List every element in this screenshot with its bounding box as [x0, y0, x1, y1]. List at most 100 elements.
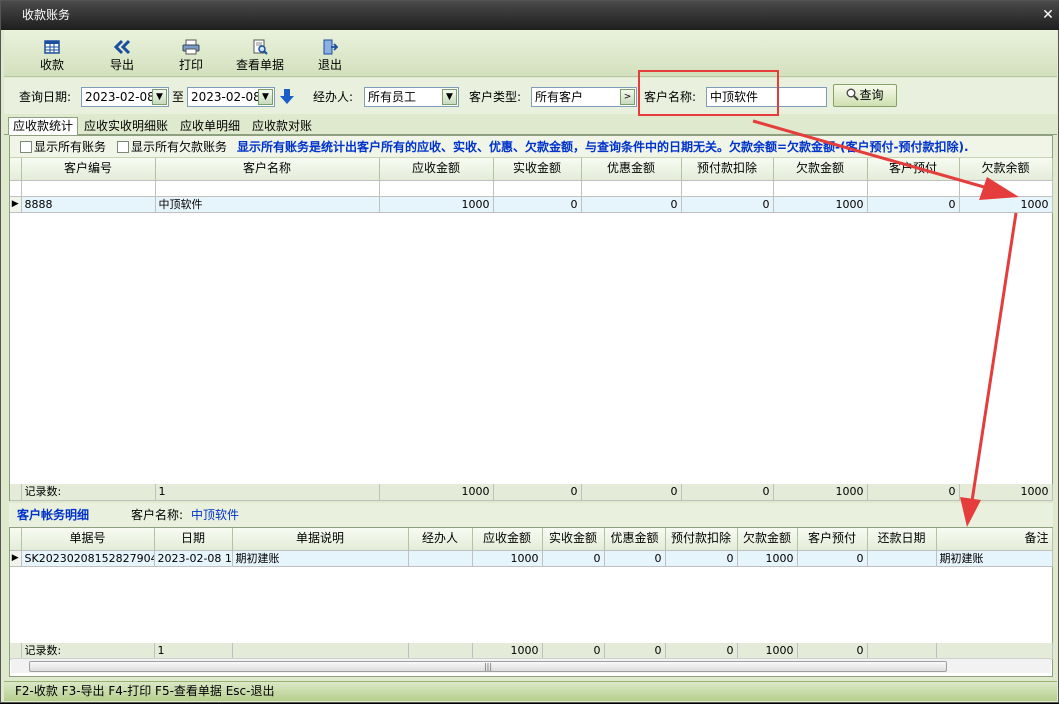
header-cell[interactable]: 欠款金额 [737, 528, 798, 551]
window-title: 收款账务 [22, 8, 71, 22]
scrollbar-thumb[interactable]: ||| [29, 661, 947, 672]
handler-select[interactable]: 所有员工 ▼ [364, 87, 459, 107]
filter-row[interactable] [10, 180, 1053, 197]
cell: 0 [665, 550, 738, 567]
close-icon[interactable]: ✕ [1041, 8, 1055, 22]
summary-grid: 客户编号 客户名称 应收金额 实收金额 优惠金额 预付款扣除 欠款金额 客户预付… [10, 158, 1053, 213]
view-doc-button[interactable]: 查看单据 [232, 30, 288, 76]
cell: SK20230208152827904 [21, 550, 155, 567]
detail-grid: 单据号 日期 单据说明 经办人 应收金额 实收金额 优惠金额 预付款扣除 欠款金… [10, 528, 1053, 567]
header-cell[interactable]: 客户预付 [867, 158, 960, 181]
view-doc-label: 查看单据 [235, 58, 284, 72]
query-button[interactable]: 查询 [833, 84, 897, 107]
header-cell[interactable]: 优惠金额 [604, 528, 666, 551]
type-select[interactable]: 所有客户 > [531, 87, 637, 107]
footer-total: 1000 [773, 484, 868, 501]
chevron-down-icon[interactable]: ▼ [152, 89, 167, 105]
toolbar: 收款 导出 打印 查看单据 退出 [4, 30, 1057, 77]
header-indicator [10, 528, 22, 551]
header-cell[interactable]: 预付款扣除 [681, 158, 774, 181]
detail-title: 客户帐务明细 [17, 508, 90, 522]
cell: 0 [681, 196, 774, 213]
filter-bar: 查询日期: 2023-02-08 ▼ 至 2023-02-08 ▼ 经办人: 所… [4, 78, 1057, 114]
header-cell[interactable]: 应收金额 [379, 158, 494, 181]
date-from-value: 2023-02-08 [85, 90, 155, 104]
collect-label: 收款 [39, 58, 64, 72]
date-from-picker[interactable]: 2023-02-08 ▼ [81, 87, 169, 107]
header-cell[interactable]: 实收金额 [493, 158, 582, 181]
exit-door-icon [323, 39, 338, 55]
printer-icon [182, 39, 200, 55]
document-search-icon [253, 39, 268, 55]
chevron-down-icon[interactable]: ▼ [442, 89, 457, 105]
header-cell[interactable]: 单据号 [21, 528, 155, 551]
cell: 8888 [21, 196, 156, 213]
cell: 0 [542, 550, 605, 567]
horizontal-scrollbar[interactable]: ||| [11, 658, 1051, 673]
row-pointer-icon: ▶ [10, 550, 22, 567]
handler-value: 所有员工 [368, 90, 417, 104]
cell: 1000 [379, 196, 494, 213]
record-count-label: 记录数: [21, 484, 156, 501]
footer-total: 1000 [379, 484, 494, 501]
print-button[interactable]: 打印 [171, 30, 211, 76]
footer-total: 0 [604, 643, 666, 660]
header-cell[interactable]: 单据说明 [232, 528, 409, 551]
header-cell[interactable]: 实收金额 [542, 528, 605, 551]
export-button[interactable]: 导出 [102, 30, 142, 76]
tab-receipt-detail[interactable]: 应收实收明细账 [80, 118, 172, 135]
show-all-checkbox[interactable] [20, 141, 32, 153]
cell: 0 [797, 550, 868, 567]
footer-total: 0 [493, 484, 582, 501]
tab-receivable-doc-detail[interactable]: 应收单明细 [176, 118, 244, 135]
header-cell[interactable]: 客户编号 [21, 158, 156, 181]
footer-total: 0 [665, 643, 738, 660]
record-count-label: 记录数: [21, 643, 155, 660]
tab-receivable-stats[interactable]: 应收款统计 [8, 117, 79, 135]
table-row[interactable]: ▶ 8888 中顶软件 1000 0 0 0 1000 0 1000 [10, 196, 1053, 213]
chevron-right-icon[interactable]: > [620, 89, 635, 105]
footer-total: 0 [681, 484, 774, 501]
chevron-down-icon[interactable]: ▼ [258, 89, 273, 105]
date-label: 查询日期: [19, 90, 72, 104]
cell [867, 550, 937, 567]
header-cell[interactable]: 还款日期 [867, 528, 937, 551]
type-value: 所有客户 [535, 90, 584, 104]
cell: 1000 [959, 196, 1053, 213]
show-owed-checkbox[interactable] [117, 141, 129, 153]
tab-reconciliation[interactable]: 应收款对账 [248, 118, 316, 135]
print-label: 打印 [178, 58, 203, 72]
header-cell[interactable]: 客户预付 [797, 528, 868, 551]
header-cell[interactable]: 欠款金额 [773, 158, 868, 181]
handler-label: 经办人: [313, 90, 354, 104]
footer-total: 1000 [737, 643, 798, 660]
header-cell[interactable]: 应收金额 [472, 528, 543, 551]
header-cell[interactable]: 经办人 [408, 528, 473, 551]
footer-total: 0 [797, 643, 868, 660]
table-row[interactable]: ▶ SK20230208152827904 2023-02-08 15 期初建账… [10, 550, 1053, 567]
show-all-label: 显示所有账务 [34, 140, 107, 154]
header-cell[interactable]: 备注 [936, 528, 1053, 551]
cell: 1000 [737, 550, 798, 567]
cell: 2023-02-08 15 [154, 550, 233, 567]
status-bar: F2-收款 F3-导出 F4-打印 F5-查看单据 Esc-退出 [4, 681, 1057, 701]
cell [408, 550, 473, 567]
header-cell[interactable]: 客户名称 [155, 158, 380, 181]
summary-header-row: 客户编号 客户名称 应收金额 实收金额 优惠金额 预付款扣除 欠款金额 客户预付… [10, 158, 1053, 181]
header-cell[interactable]: 日期 [154, 528, 233, 551]
header-cell[interactable]: 优惠金额 [581, 158, 682, 181]
date-to-picker[interactable]: 2023-02-08 ▼ [187, 87, 275, 107]
tab-bar: 应收款统计 应收实收明细账 应收单明细 应收款对账 [4, 116, 1057, 135]
header-cell[interactable]: 预付款扣除 [665, 528, 738, 551]
exit-label: 退出 [317, 58, 342, 72]
footer-total: 0 [867, 484, 960, 501]
cell: 1000 [773, 196, 868, 213]
exit-button[interactable]: 退出 [310, 30, 350, 76]
collect-button[interactable]: 收款 [32, 30, 72, 76]
arrow-down-icon[interactable] [280, 88, 294, 105]
detail-header-row: 单据号 日期 单据说明 经办人 应收金额 实收金额 优惠金额 预付款扣除 欠款金… [10, 528, 1053, 551]
to-label: 至 [172, 90, 185, 104]
header-cell[interactable]: 欠款余额 [959, 158, 1053, 181]
detail-name-value: 中顶软件 [191, 508, 240, 522]
date-to-value: 2023-02-08 [191, 90, 261, 104]
